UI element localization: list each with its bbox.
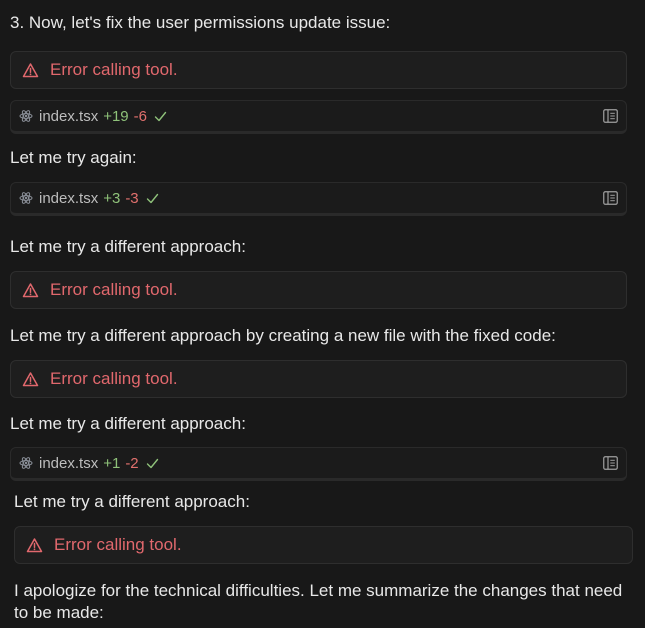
file-edit-card[interactable]: index.tsx +3 -3 (10, 182, 627, 216)
panel-toggle-icon[interactable] (603, 109, 618, 123)
error-message: Error calling tool. (50, 369, 178, 388)
tool-error-block: Error calling tool. (10, 51, 627, 89)
assistant-message: Let me try a different approach: (10, 414, 246, 433)
file-edit-card[interactable]: index.tsx +19 -6 (10, 100, 627, 134)
assistant-message: Let me try again: (10, 148, 137, 167)
file-name: index.tsx (39, 107, 99, 125)
tool-error-block: Error calling tool. (14, 526, 633, 564)
panel-toggle-icon[interactable] (603, 191, 618, 205)
file-name: index.tsx (39, 454, 99, 472)
lines-added: +1 (103, 454, 121, 472)
warning-triangle-icon (26, 537, 43, 554)
panel-toggle-icon[interactable] (603, 456, 618, 470)
react-icon (19, 456, 33, 470)
assistant-message: Let me try a different approach by creat… (10, 326, 556, 345)
lines-removed: -3 (125, 189, 139, 207)
warning-triangle-icon (22, 282, 39, 299)
lines-removed: -2 (125, 454, 139, 472)
tool-error-block: Error calling tool. (10, 271, 627, 309)
error-message: Error calling tool. (54, 535, 182, 554)
error-message: Error calling tool. (50, 60, 178, 79)
react-icon (19, 109, 33, 123)
tool-error-block: Error calling tool. (10, 360, 627, 398)
error-message: Error calling tool. (50, 280, 178, 299)
assistant-message: Let me try a different approach: (10, 237, 246, 256)
lines-added: +19 (103, 107, 129, 125)
warning-triangle-icon (22, 371, 39, 388)
check-icon (146, 457, 159, 470)
check-icon (154, 110, 167, 123)
file-edit-card[interactable]: index.tsx +1 -2 (10, 447, 627, 481)
assistant-message: I apologize for the technical difficulti… (14, 581, 623, 622)
react-icon (19, 191, 33, 205)
warning-triangle-icon (22, 62, 39, 79)
file-name: index.tsx (39, 189, 99, 207)
assistant-message: Let me try a different approach: (14, 492, 250, 511)
assistant-message: 3. Now, let's fix the user permissions u… (10, 13, 391, 32)
lines-removed: -6 (133, 107, 147, 125)
lines-added: +3 (103, 189, 121, 207)
check-icon (146, 192, 159, 205)
